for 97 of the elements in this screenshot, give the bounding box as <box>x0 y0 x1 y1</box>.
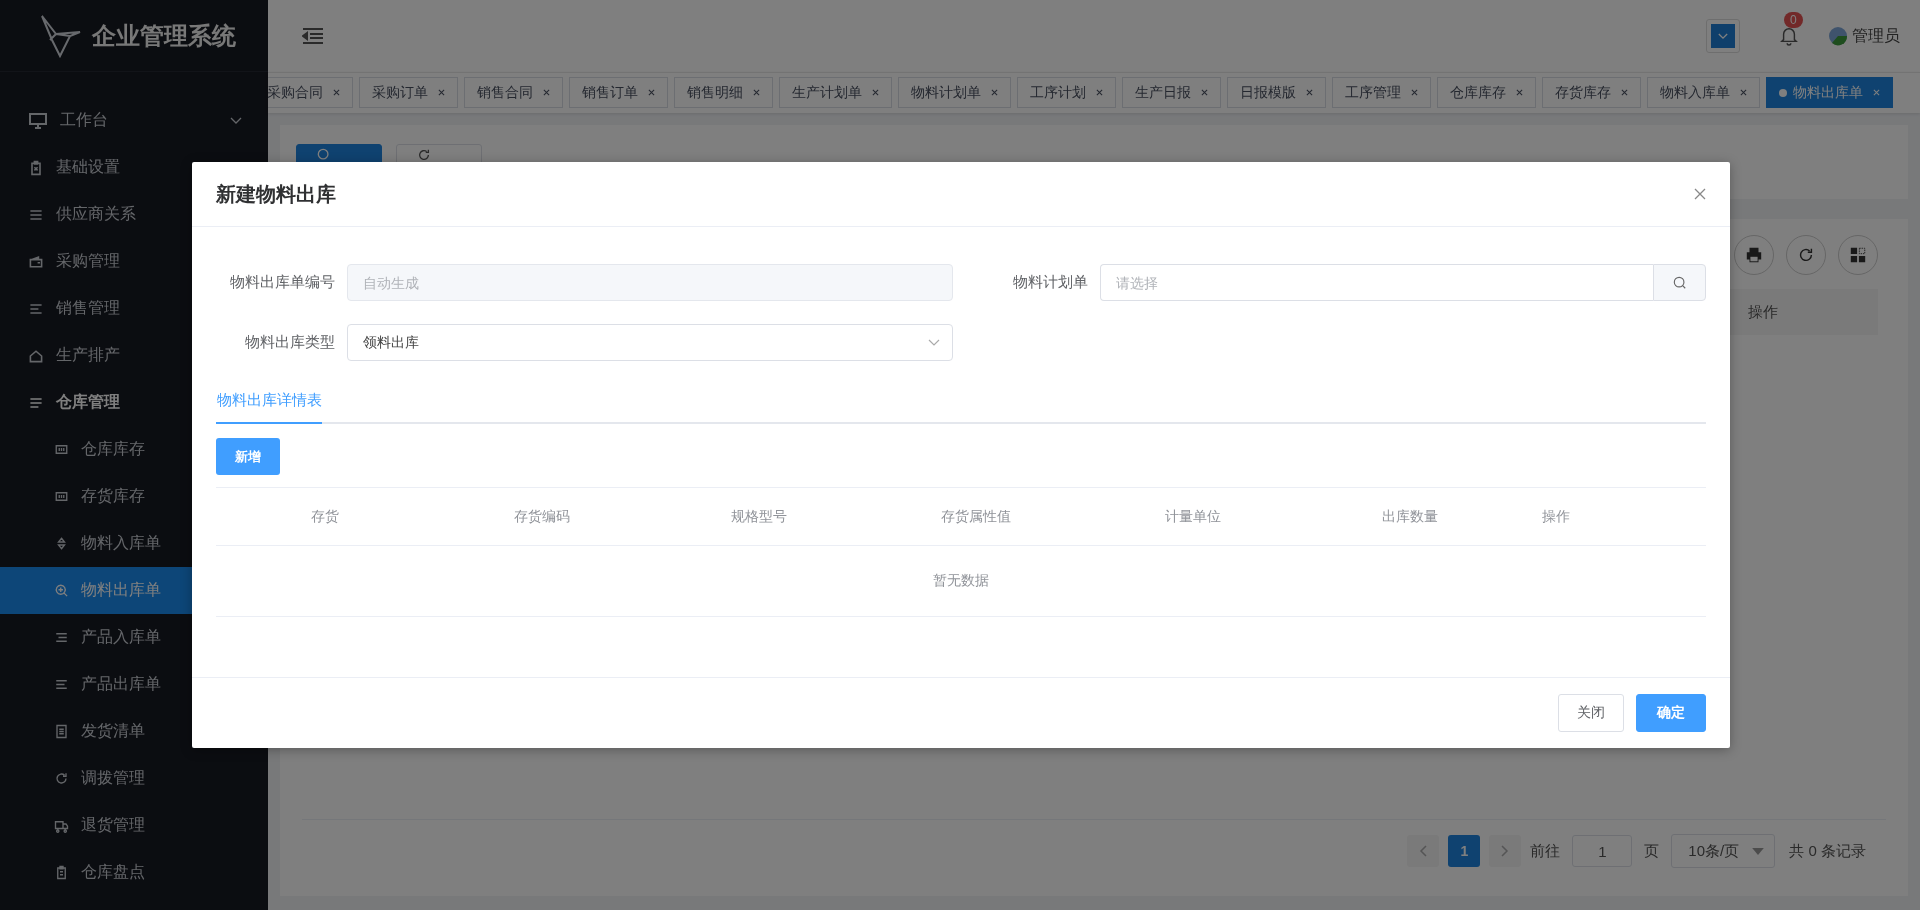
submenu-item[interactable]: 发货清单 <box>0 708 268 755</box>
column-header: 存货编码 <box>512 507 571 526</box>
chevron-down-icon <box>230 116 242 125</box>
menu-item[interactable]: 工作台 <box>0 97 268 144</box>
list-icon <box>54 677 69 692</box>
chevron-right-icon <box>1501 845 1510 857</box>
avatar-icon[interactable] <box>1828 26 1848 46</box>
zoom-icon <box>54 583 69 598</box>
wallet-icon <box>28 253 44 270</box>
close-icon[interactable] <box>333 89 340 96</box>
detail-tab[interactable]: 物料出库详情表 <box>216 391 322 424</box>
card-icon <box>54 489 69 504</box>
dialog-title: 新建物料出库 <box>216 181 336 207</box>
close-icon[interactable] <box>872 89 879 96</box>
goto-label: 前往 <box>1530 841 1561 861</box>
page-tab[interactable]: 工序管理 <box>1332 77 1431 108</box>
app-title: 企业管理系统 <box>92 20 236 51</box>
total-count: 共 0 条记录 <box>1789 841 1866 861</box>
close-icon[interactable] <box>1306 89 1313 96</box>
field-label: 物料计划单 <box>1012 273 1089 292</box>
clipboard-icon <box>54 865 69 880</box>
empty-message: 暂无数据 <box>933 572 989 590</box>
column-header: 存货 <box>309 507 340 526</box>
grid-icon <box>1849 246 1867 264</box>
refresh-icon <box>417 148 431 162</box>
page-tab[interactable]: 采购订单 <box>359 77 458 108</box>
close-icon[interactable] <box>1411 89 1418 96</box>
clipboard-icon <box>28 159 44 176</box>
caret-down-icon <box>1752 847 1765 855</box>
confirm-button[interactable]: 确定 <box>1636 694 1706 732</box>
active-dot-icon <box>1779 88 1787 97</box>
page-tab[interactable]: 仓库库存 <box>1437 77 1536 108</box>
page-tab[interactable]: 采购合同 <box>268 77 353 108</box>
close-icon[interactable] <box>1516 89 1523 96</box>
page-tab[interactable]: 存货库存 <box>1542 77 1641 108</box>
page-tab[interactable]: 物料出库单 <box>1766 77 1893 108</box>
page-tab[interactable]: 生产日报 <box>1122 77 1221 108</box>
document-icon <box>54 724 69 739</box>
page-tab[interactable]: 工序计划 <box>1017 77 1116 108</box>
submenu-item[interactable]: 产品入库单 <box>0 614 268 661</box>
user-name[interactable]: 管理员 <box>1852 25 1900 47</box>
close-icon[interactable] <box>648 89 655 96</box>
page-tab[interactable]: 日报模版 <box>1227 77 1326 108</box>
submenu-item[interactable]: 物料入库单 <box>0 520 268 567</box>
list-icon <box>54 630 69 645</box>
column-header: 操作 <box>1748 302 1779 322</box>
close-icon[interactable] <box>543 89 550 96</box>
refresh-icon <box>54 771 69 786</box>
page-tab[interactable]: 销售合同 <box>464 77 563 108</box>
chevron-left-icon <box>1419 845 1428 857</box>
sort-icon <box>54 536 69 551</box>
add-button[interactable]: 新增 <box>216 438 280 475</box>
page-tab[interactable]: 物料计划单 <box>898 77 1011 108</box>
search-icon <box>317 148 331 162</box>
page-number[interactable]: 1 <box>1448 835 1481 867</box>
search-field[interactable]: 请选择 <box>1100 264 1653 301</box>
monitor-icon <box>28 110 48 131</box>
notification-badge: 0 <box>1784 12 1803 28</box>
refresh-icon <box>1797 246 1815 264</box>
close-icon[interactable] <box>753 89 760 96</box>
close-icon[interactable] <box>1621 89 1628 96</box>
card-icon <box>54 442 69 457</box>
submenu-item[interactable]: 退货管理 <box>0 802 268 849</box>
select-field[interactable]: 领料出库 <box>347 324 953 361</box>
truck-icon <box>54 818 69 833</box>
column-header: 存货属性值 <box>939 507 1012 526</box>
page-size-select[interactable]: 10条/页 <box>1671 834 1776 868</box>
page-tab[interactable]: 销售订单 <box>569 77 668 108</box>
menu-collapse-icon[interactable] <box>302 28 324 44</box>
page-input[interactable]: 1 <box>1572 835 1633 867</box>
page-tab[interactable]: 生产计划单 <box>779 77 892 108</box>
chevron-down-icon <box>1718 32 1728 40</box>
column-header: 操作 <box>1541 507 1571 526</box>
column-header: 规格型号 <box>729 507 788 526</box>
submenu-item[interactable]: 产品出库单 <box>0 661 268 708</box>
close-icon[interactable] <box>1694 188 1706 200</box>
printer-icon <box>1745 246 1763 264</box>
dropdown-button[interactable] <box>1706 19 1740 53</box>
close-icon[interactable] <box>1096 89 1103 96</box>
search-icon <box>1672 275 1687 290</box>
page-tab[interactable]: 销售明细 <box>674 77 773 108</box>
close-icon[interactable] <box>1201 89 1208 96</box>
submenu-item[interactable]: 存货库存 <box>0 473 268 520</box>
close-button[interactable]: 关闭 <box>1558 694 1624 732</box>
submenu-item[interactable]: 调拨管理 <box>0 755 268 802</box>
close-icon[interactable] <box>991 89 998 96</box>
bell-icon[interactable] <box>1780 26 1798 46</box>
page-suffix: 页 <box>1644 841 1660 861</box>
field-label: 物料出库类型 <box>244 333 336 352</box>
page-tab[interactable]: 物料入库单 <box>1647 77 1760 108</box>
chevron-down-icon <box>928 338 940 347</box>
close-icon[interactable] <box>1740 89 1747 96</box>
close-icon[interactable] <box>438 89 445 96</box>
column-header: 出库数量 <box>1380 507 1439 526</box>
column-header: 计量单位 <box>1163 507 1222 526</box>
submenu-item[interactable]: 仓库盘点 <box>0 849 268 896</box>
field-label: 物料出库单编号 <box>229 273 336 292</box>
